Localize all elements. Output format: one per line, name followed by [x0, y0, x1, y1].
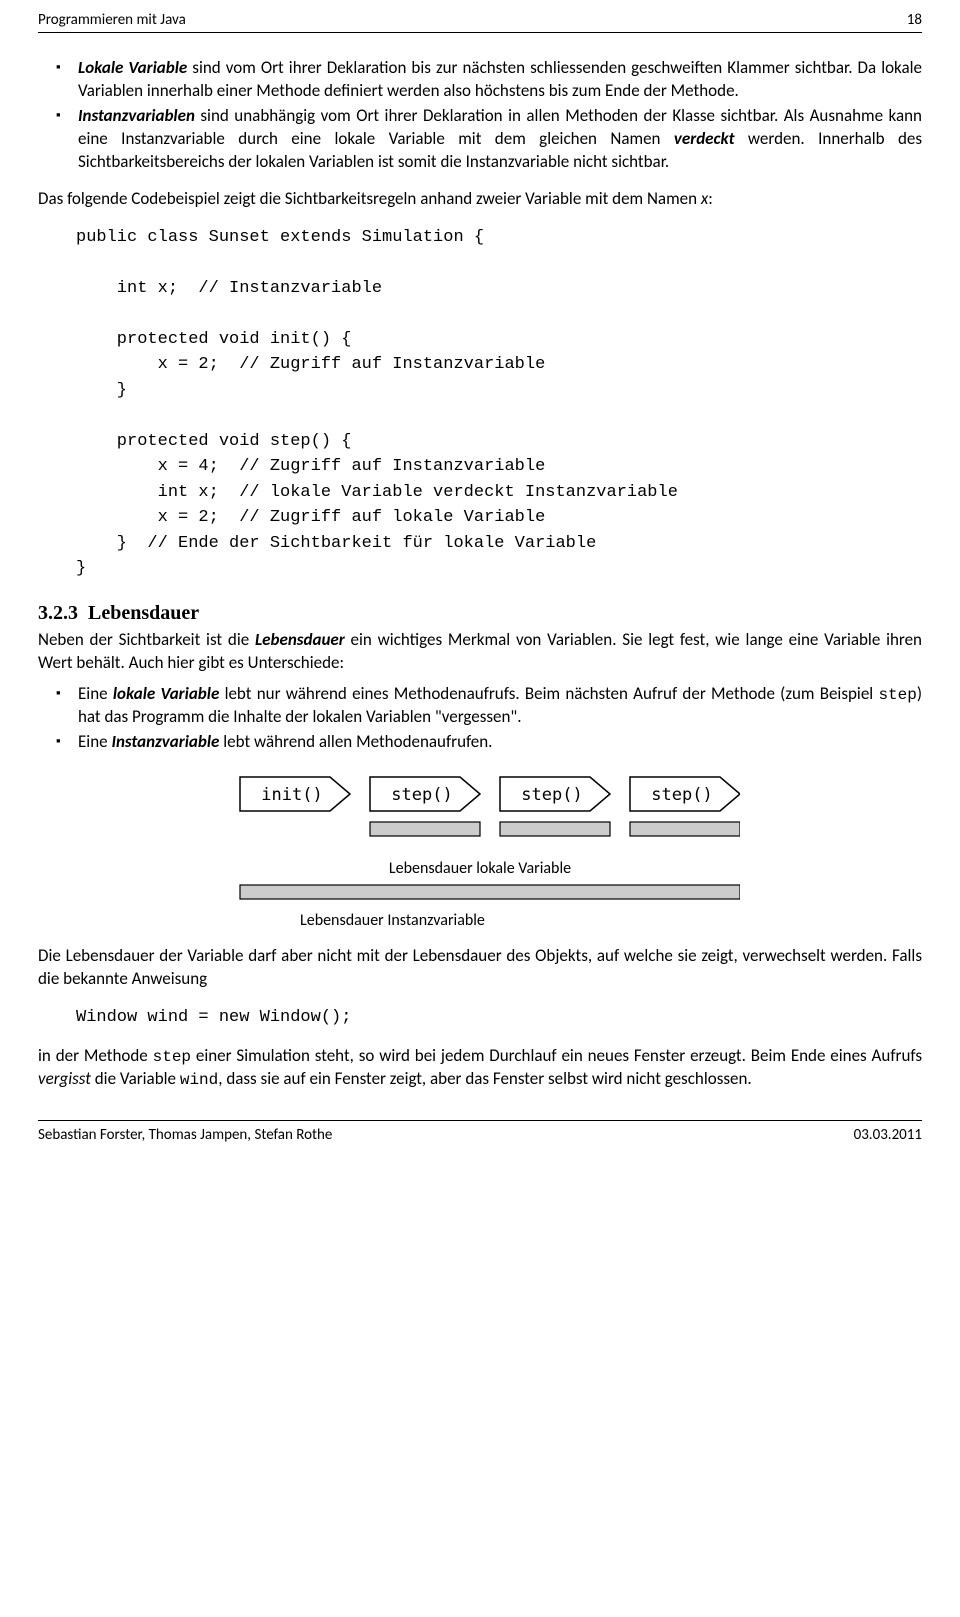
- diagram-svg-2: [220, 880, 740, 904]
- diagram-label-instance: Lebensdauer Instanzvariable: [200, 910, 760, 932]
- term-verdeckt: verdeckt: [674, 128, 735, 149]
- code-wind: wind: [180, 1071, 218, 1089]
- section-title: Lebensdauer: [88, 602, 199, 624]
- text: Neben der Sichtbarkeit ist die: [38, 629, 255, 650]
- header-title: Programmieren mit Java: [38, 10, 186, 30]
- term-lokale-variable: Lokale Variable: [78, 57, 187, 78]
- bullet-list-1: Lokale Variable sind vom Ort ihrer Dekla…: [38, 57, 922, 174]
- page-header: Programmieren mit Java 18: [38, 10, 922, 33]
- paragraph: in der Methode step einer Simulation ste…: [38, 1045, 922, 1092]
- term-lebensdauer: Lebensdauer: [255, 629, 345, 650]
- text: die Variable: [91, 1068, 180, 1089]
- header-page-number: 18: [907, 10, 922, 30]
- text: sind vom Ort ihrer Deklaration bis zur n…: [78, 57, 922, 101]
- text: einer Simulation steht, so wird bei jede…: [191, 1045, 922, 1066]
- paragraph: Das folgende Codebeispiel zeigt die Sich…: [38, 188, 922, 211]
- bullet-list-2: Eine lokale Variable lebt nur während ei…: [38, 683, 922, 754]
- diagram-svg: init() step() step() step(): [220, 772, 740, 852]
- code-block-2: Window wind = new Window();: [76, 1005, 922, 1031]
- section-number: 3.2.3: [38, 602, 78, 624]
- diagram-step-label: step(): [391, 785, 452, 805]
- page-footer: Sebastian Forster, Thomas Jampen, Stefan…: [38, 1120, 922, 1145]
- text: :: [708, 188, 713, 209]
- lifetime-diagram: init() step() step() step() Lebensdauer …: [200, 772, 760, 931]
- section-heading: 3.2.3 Lebensdauer: [38, 600, 922, 627]
- term-instanzvariablen: Instanzvariablen: [78, 105, 195, 126]
- footer-date: 03.03.2011: [854, 1125, 922, 1145]
- footer-authors: Sebastian Forster, Thomas Jampen, Stefan…: [38, 1125, 332, 1145]
- code-step: step: [878, 686, 916, 704]
- text: Eine: [78, 731, 111, 752]
- text: Eine: [78, 683, 113, 704]
- diagram-step-label: step(): [521, 785, 582, 805]
- code-step: step: [153, 1048, 191, 1066]
- diagram-label-local: Lebensdauer lokale Variable: [200, 858, 760, 880]
- list-item: Lokale Variable sind vom Ort ihrer Dekla…: [78, 57, 922, 103]
- diagram-step-label: step(): [651, 785, 712, 805]
- term-instanzvariable: Instanzvariable: [111, 731, 219, 752]
- term-vergisst: vergisst: [38, 1068, 91, 1089]
- list-item: Eine lokale Variable lebt nur während ei…: [78, 683, 922, 730]
- code-block-1: public class Sunset extends Simulation {…: [76, 225, 922, 582]
- text: lebt während allen Methodenaufrufen.: [219, 731, 492, 752]
- list-item: Instanzvariablen sind unabhängig vom Ort…: [78, 105, 922, 174]
- paragraph: Die Lebensdauer der Variable darf aber n…: [38, 945, 922, 991]
- text: Das folgende Codebeispiel zeigt die Sich…: [38, 188, 701, 209]
- paragraph: Neben der Sichtbarkeit ist die Lebensdau…: [38, 629, 922, 675]
- list-item: Eine Instanzvariable lebt während allen …: [78, 731, 922, 754]
- text: , dass sie auf ein Fenster zeigt, aber d…: [218, 1068, 751, 1089]
- text: lebt nur während eines Methodenaufrufs. …: [219, 683, 878, 704]
- text: in der Methode: [38, 1045, 153, 1066]
- diagram-init-label: init(): [261, 785, 322, 805]
- term-lokale-variable: lokale Variable: [113, 683, 219, 704]
